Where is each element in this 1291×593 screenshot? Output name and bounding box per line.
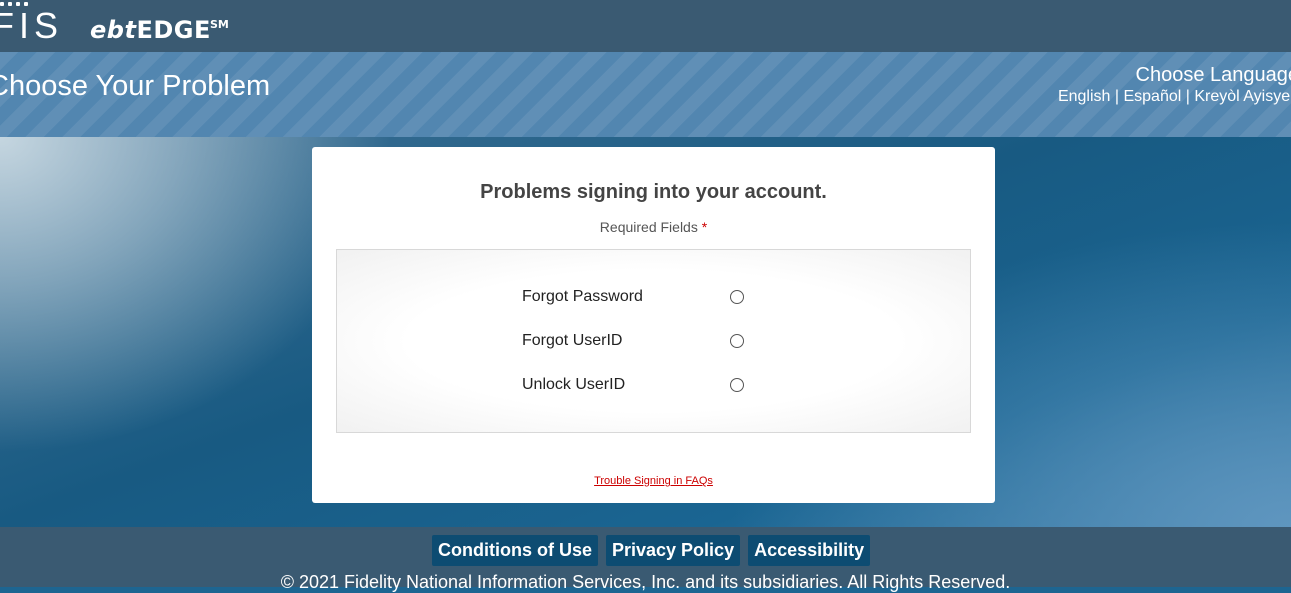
faq-link-container: Trouble Signing in FAQs [312, 474, 995, 488]
fis-ebtedge-logo: FIS ebtEDGE SM [0, 0, 260, 52]
title-band: Choose Your Problem Choose Language Engl… [0, 52, 1291, 137]
required-fields-note: Required Fields * [312, 219, 995, 235]
language-link-espanol[interactable]: Español [1123, 88, 1181, 105]
problem-card: Problems signing into your account. Requ… [312, 147, 995, 503]
copyright-text: © 2021 Fidelity National Information Ser… [280, 572, 1011, 592]
unlock-userid-radio[interactable] [730, 378, 744, 392]
footer: Conditions of Use Privacy Policy Accessibi… [0, 527, 1291, 592]
option-label: Unlock UserID [522, 376, 626, 393]
required-fields-label: Required Fields [599, 219, 698, 235]
page-title: Choose Your Problem [0, 70, 271, 102]
language-heading: Choose Language [1135, 64, 1291, 86]
footer-links: Conditions of Use Privacy Policy Accessibi… [432, 535, 878, 566]
required-asterisk: * [701, 219, 708, 235]
ebtedge-logo-text: ebtEDGE [90, 16, 211, 44]
language-separator: | [1181, 88, 1195, 105]
conditions-of-use-link[interactable]: Conditions of Use [432, 535, 598, 566]
option-label: Forgot Password [522, 288, 643, 305]
top-header: FIS ebtEDGE SM [0, 0, 1291, 52]
card-title: Problems signing into your account. [480, 181, 827, 203]
option-forgot-password[interactable]: Forgot Password [522, 286, 762, 308]
language-links: English | Español | Kreyòl Ayisyen [1058, 87, 1291, 107]
fis-logo-text: FIS [0, 5, 64, 46]
option-forgot-userid[interactable]: Forgot UserID [522, 330, 762, 352]
service-mark: SM [210, 18, 229, 31]
problem-options-panel: Forgot Password Forgot UserID Unlock Use… [336, 249, 971, 433]
trouble-signing-faq-link[interactable]: Trouble Signing in FAQs [594, 475, 713, 487]
forgot-password-radio[interactable] [730, 290, 744, 304]
language-link-english[interactable]: English [1058, 88, 1110, 105]
language-separator: | [1110, 88, 1124, 105]
accessibility-link[interactable]: Accessibility [748, 535, 871, 566]
language-link-kreyol[interactable]: Kreyòl Ayisyen [1194, 88, 1291, 105]
forgot-userid-radio[interactable] [730, 334, 744, 348]
option-label: Forgot UserID [522, 332, 623, 349]
option-unlock-userid[interactable]: Unlock UserID [522, 374, 762, 396]
privacy-policy-link[interactable]: Privacy Policy [606, 535, 741, 566]
